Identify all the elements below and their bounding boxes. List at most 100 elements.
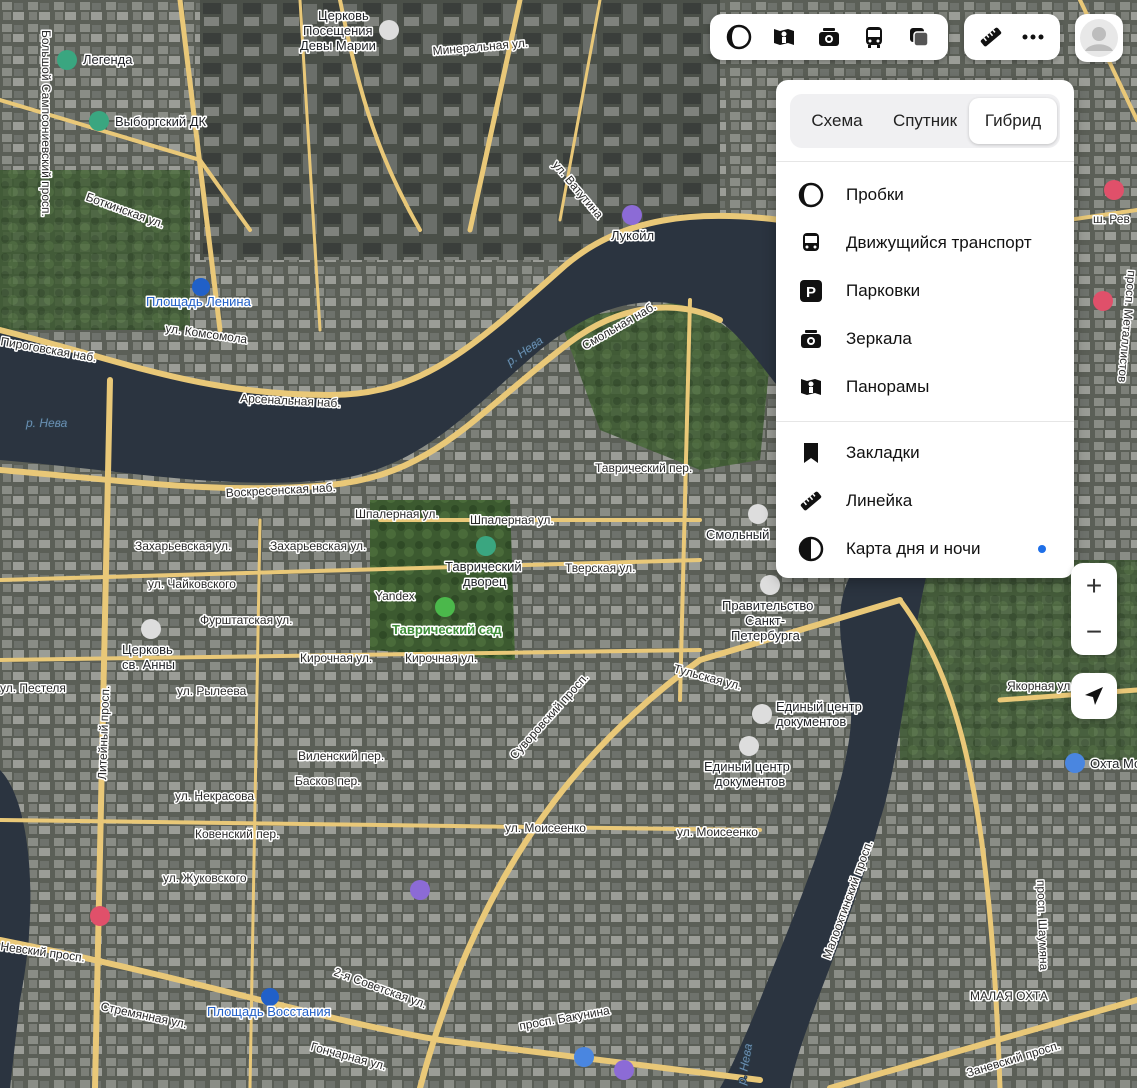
svg-text:Кирочная ул.: Кирочная ул. [405,651,477,665]
tool-bookmarks[interactable]: Закладки [776,429,1074,477]
hotel-marker [410,880,430,900]
tool-label: Карта дня и ночи [846,539,981,558]
bookmark-icon [776,440,846,466]
svg-text:Смольный: Смольный [706,527,769,542]
svg-text:Посещения: Посещения [303,23,373,38]
zoom-out-button[interactable]: − [1071,609,1117,655]
svg-text:дворец: дворец [463,574,507,589]
garden-marker [435,597,455,617]
avatar-icon [1080,19,1118,57]
svg-text:р. Нева: р. Нева [25,416,68,430]
tool-day-night[interactable]: Карта дня и ночи [776,525,1074,573]
day-night-icon [776,536,846,562]
svg-text:Выборгский ДК: Выборгский ДК [115,114,207,129]
svg-text:Виленский пер.: Виленский пер. [298,749,384,763]
map-type-hybrid[interactable]: Гибрид [969,98,1057,144]
svg-text:Захарьевская ул.: Захарьевская ул. [135,539,231,553]
map-type-satellite[interactable]: Спутник [881,98,969,144]
church-marker [379,20,399,40]
traffic-icon [776,182,846,208]
svg-text:Таврический сад: Таврический сад [392,622,502,637]
tool-ruler[interactable]: Линейка [776,477,1074,525]
parking-icon: P [776,278,846,304]
svg-text:ул. Рылеева: ул. Рылеева [177,684,247,698]
anna-marker [141,619,161,639]
hospital-marker2 [1104,180,1124,200]
layers-button[interactable] [897,14,942,60]
svg-text:Церковь: Церковь [318,8,369,23]
layer-traffic[interactable]: Пробки [776,171,1074,219]
svg-text:Ковенский пер.: Ковенский пер. [195,827,279,841]
panorama-icon [776,374,846,400]
svg-text:Девы Марии: Девы Марии [300,38,376,53]
ruler-icon [980,27,1002,47]
map-layers-toolbar [710,14,948,60]
svg-text:ул. Чайковского: ул. Чайковского [148,577,236,591]
hospital-marker1 [90,906,110,926]
layers-panel: Схема Спутник Гибрид Пробки Движущийся т… [776,80,1074,578]
lukoil-marker [622,205,642,225]
new-indicator-dot [1038,545,1046,553]
hospital-marker3 [1093,291,1113,311]
svg-text:Большой Сампсониевский просп.: Большой Сампсониевский просп. [39,30,53,217]
svg-text:Площадь Ленина: Площадь Ленина [146,294,252,309]
svg-text:документов: документов [776,714,846,729]
svg-text:Санкт-: Санкт- [745,613,785,628]
layer-label: Зеркала [846,329,912,348]
bus-marker [574,1047,594,1067]
panorama-button[interactable] [761,14,806,60]
svg-text:Кирочная ул.: Кирочная ул. [300,651,372,665]
svg-text:Петербурга: Петербурга [731,628,801,643]
layer-label: Панорамы [846,377,930,396]
mirrors-button[interactable] [806,14,851,60]
gov-marker [760,575,780,595]
svg-text:Басков пер.: Басков пер. [295,774,361,788]
layer-parking[interactable]: P Парковки [776,267,1074,315]
camera-icon [776,326,846,352]
svg-text:Охта Молл: Охта Молл [1090,756,1137,771]
industrial-area [200,0,720,260]
ruler-icon [776,488,846,514]
svg-text:Церковь: Церковь [122,642,173,657]
transport-button[interactable] [852,14,897,60]
svg-text:Якорная ул.: Якорная ул. [1007,679,1074,693]
more-button[interactable] [1012,14,1054,60]
svg-text:Лукойл: Лукойл [611,228,654,243]
svg-text:МАЛАЯ ОХТА: МАЛАЯ ОХТА [970,989,1048,1003]
svg-text:Фурштатская ул.: Фурштатская ул. [200,613,293,627]
svg-text:Захарьевская ул.: Захарьевская ул. [270,539,366,553]
panorama-icon [773,29,794,45]
svg-text:Единый центр: Единый центр [776,699,862,714]
layer-transport[interactable]: Движущийся транспорт [776,219,1074,267]
layer-panoramas[interactable]: Панорамы [776,363,1074,411]
doc2-marker [739,736,759,756]
okhta-marker [1065,753,1085,773]
layer-mirrors[interactable]: Зеркала [776,315,1074,363]
smolny-marker [748,504,768,524]
svg-text:Шпалерная ул.: Шпалерная ул. [355,507,439,521]
layer-label: Пробки [846,185,904,204]
ruler-button[interactable] [970,14,1012,60]
traffic-icon [726,24,751,50]
tools-toolbar [964,14,1060,60]
fuel-marker [614,1060,634,1080]
more-icon [1022,34,1044,40]
divider [776,421,1074,422]
svg-text:ул. Жуковского: ул. Жуковского [163,871,247,885]
layers-icon [910,28,930,47]
svg-text:св. Анны: св. Анны [122,657,175,672]
map-type-switch: Схема Спутник Гибрид [790,94,1060,148]
svg-text:Легенда: Легенда [83,52,133,67]
svg-text:Правительство: Правительство [722,598,813,613]
svg-text:ш. Рев: ш. Рев [1093,212,1130,226]
camera-icon [819,28,839,46]
bus-icon [866,27,883,48]
user-avatar-button[interactable] [1075,14,1123,62]
locate-me-button[interactable] [1071,673,1117,719]
svg-text:Площадь Восстания: Площадь Восстания [207,1004,331,1019]
divider [776,161,1074,162]
zoom-in-button[interactable]: + [1071,563,1117,609]
map-type-scheme[interactable]: Схема [793,98,881,144]
traffic-button[interactable] [716,14,761,60]
doc1-marker [752,704,772,724]
